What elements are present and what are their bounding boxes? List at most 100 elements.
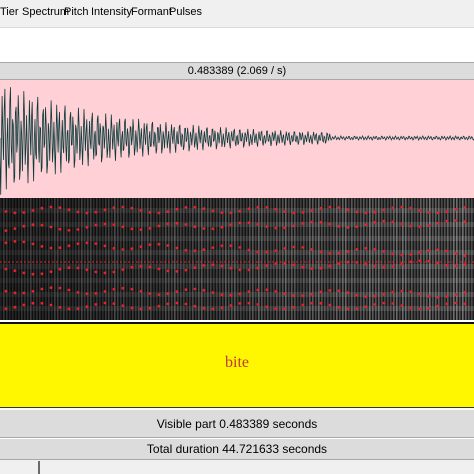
formant-dot [256, 222, 260, 226]
formant-dot [211, 291, 215, 294]
formant-dot [328, 264, 332, 268]
formant-dot [211, 246, 215, 249]
formant-dot [301, 222, 305, 225]
formant-dot [238, 292, 242, 296]
tier-interval-label[interactable]: bite [0, 354, 474, 372]
formant-dot [94, 223, 98, 227]
formant-dot [310, 267, 314, 270]
formant-dot [337, 289, 341, 293]
formant-dot [31, 272, 35, 276]
spectrogram-panel[interactable] [0, 198, 474, 320]
formant-dot [265, 264, 269, 267]
formant-dot [319, 250, 323, 254]
formant-dot [391, 265, 395, 268]
formant-dot [202, 264, 206, 267]
formant-dot [76, 228, 80, 231]
formant-dot [229, 223, 233, 227]
visible-part-bar[interactable]: Visible part 0.483389 seconds [0, 410, 474, 438]
menu-pitch[interactable]: Pitch [64, 6, 88, 18]
formant-dot [238, 221, 242, 225]
formant-dot [283, 262, 287, 265]
formant-dot [373, 294, 377, 298]
formant-dot [40, 287, 44, 291]
formant-dot [355, 261, 359, 264]
formant-dot [13, 211, 17, 215]
formant-dot [193, 205, 197, 209]
formant-dot [292, 224, 296, 228]
formant-dot [436, 304, 440, 308]
formant-dot [211, 209, 215, 213]
formant-dot [103, 208, 107, 212]
formant-dot [364, 295, 368, 298]
formant-dot [301, 246, 305, 249]
formant-dot [337, 206, 341, 209]
menu-tier[interactable]: Tier [0, 6, 19, 18]
formant-dot [130, 287, 134, 291]
formant-dot [229, 244, 233, 248]
formant-dot [463, 254, 467, 258]
formant-dot [418, 307, 422, 311]
formant-dot [418, 208, 422, 212]
formant-dot [166, 269, 170, 273]
formant-dot [220, 211, 224, 215]
formant-dot [148, 292, 152, 295]
formant-dot [391, 252, 395, 256]
total-duration-bar[interactable]: Total duration 44.721633 seconds [0, 439, 474, 460]
formant-dot [49, 270, 53, 274]
formant-dot [121, 286, 125, 290]
formant-dot [454, 301, 458, 305]
formant-dot [337, 262, 341, 266]
spectrogram-graph [0, 198, 474, 320]
selection-duration-bar[interactable]: 0.483389 (2.069 / s) [0, 62, 474, 80]
formant-dot [454, 208, 458, 211]
formant-dot [418, 250, 422, 254]
formant-dot [346, 208, 350, 212]
formant-dot [31, 289, 35, 293]
formant-dot [121, 304, 125, 307]
formant-dot [85, 211, 89, 215]
formant-dot [94, 292, 98, 295]
formant-dot [391, 206, 395, 210]
formant-dot [247, 268, 251, 272]
formant-dot [364, 211, 368, 215]
menu-formant[interactable]: Formant [131, 6, 172, 18]
formant-dot [22, 224, 26, 228]
waveform-trace [0, 87, 474, 195]
formant-dot [4, 229, 8, 232]
formant-dot [310, 209, 314, 212]
formant-dot [292, 245, 296, 249]
formant-dot [256, 288, 260, 292]
text-grid-tier[interactable]: bite [0, 322, 474, 408]
formant-dot [58, 206, 62, 210]
formant-dot [427, 249, 431, 252]
formant-dot [328, 303, 332, 307]
formant-dot [229, 266, 233, 270]
formant-dot [274, 249, 278, 252]
formant-dot [328, 205, 332, 209]
formant-dot [85, 225, 89, 229]
formant-dot [409, 260, 413, 264]
formant-dot [319, 290, 323, 294]
formant-dot [103, 301, 107, 305]
formant-dot [148, 211, 152, 214]
formant-dot [427, 211, 431, 214]
horizontal-scrollbar[interactable] [0, 460, 474, 474]
formant-dot [346, 260, 350, 264]
formant-dot [220, 293, 224, 297]
formant-dot [184, 206, 188, 209]
menu-spectrum[interactable]: Spectrum [22, 6, 69, 18]
selection-duration-text: 0.483389 (2.069 / s) [187, 65, 287, 77]
formant-dot [157, 242, 161, 246]
formant-dot [94, 242, 98, 245]
formant-dot [85, 305, 89, 309]
menu-pulses[interactable]: Pulses [169, 6, 202, 18]
menu-intensity[interactable]: Intensity [91, 6, 132, 18]
formant-dot [130, 306, 134, 310]
formant-dot [193, 304, 197, 308]
formant-dot [67, 266, 71, 270]
formant-dot [274, 226, 278, 230]
waveform-panel[interactable] [0, 80, 474, 198]
visible-part-text: Visible part 0.483389 seconds [156, 417, 318, 431]
formant-dot [229, 211, 233, 215]
scrollbar-thumb[interactable] [38, 461, 40, 474]
